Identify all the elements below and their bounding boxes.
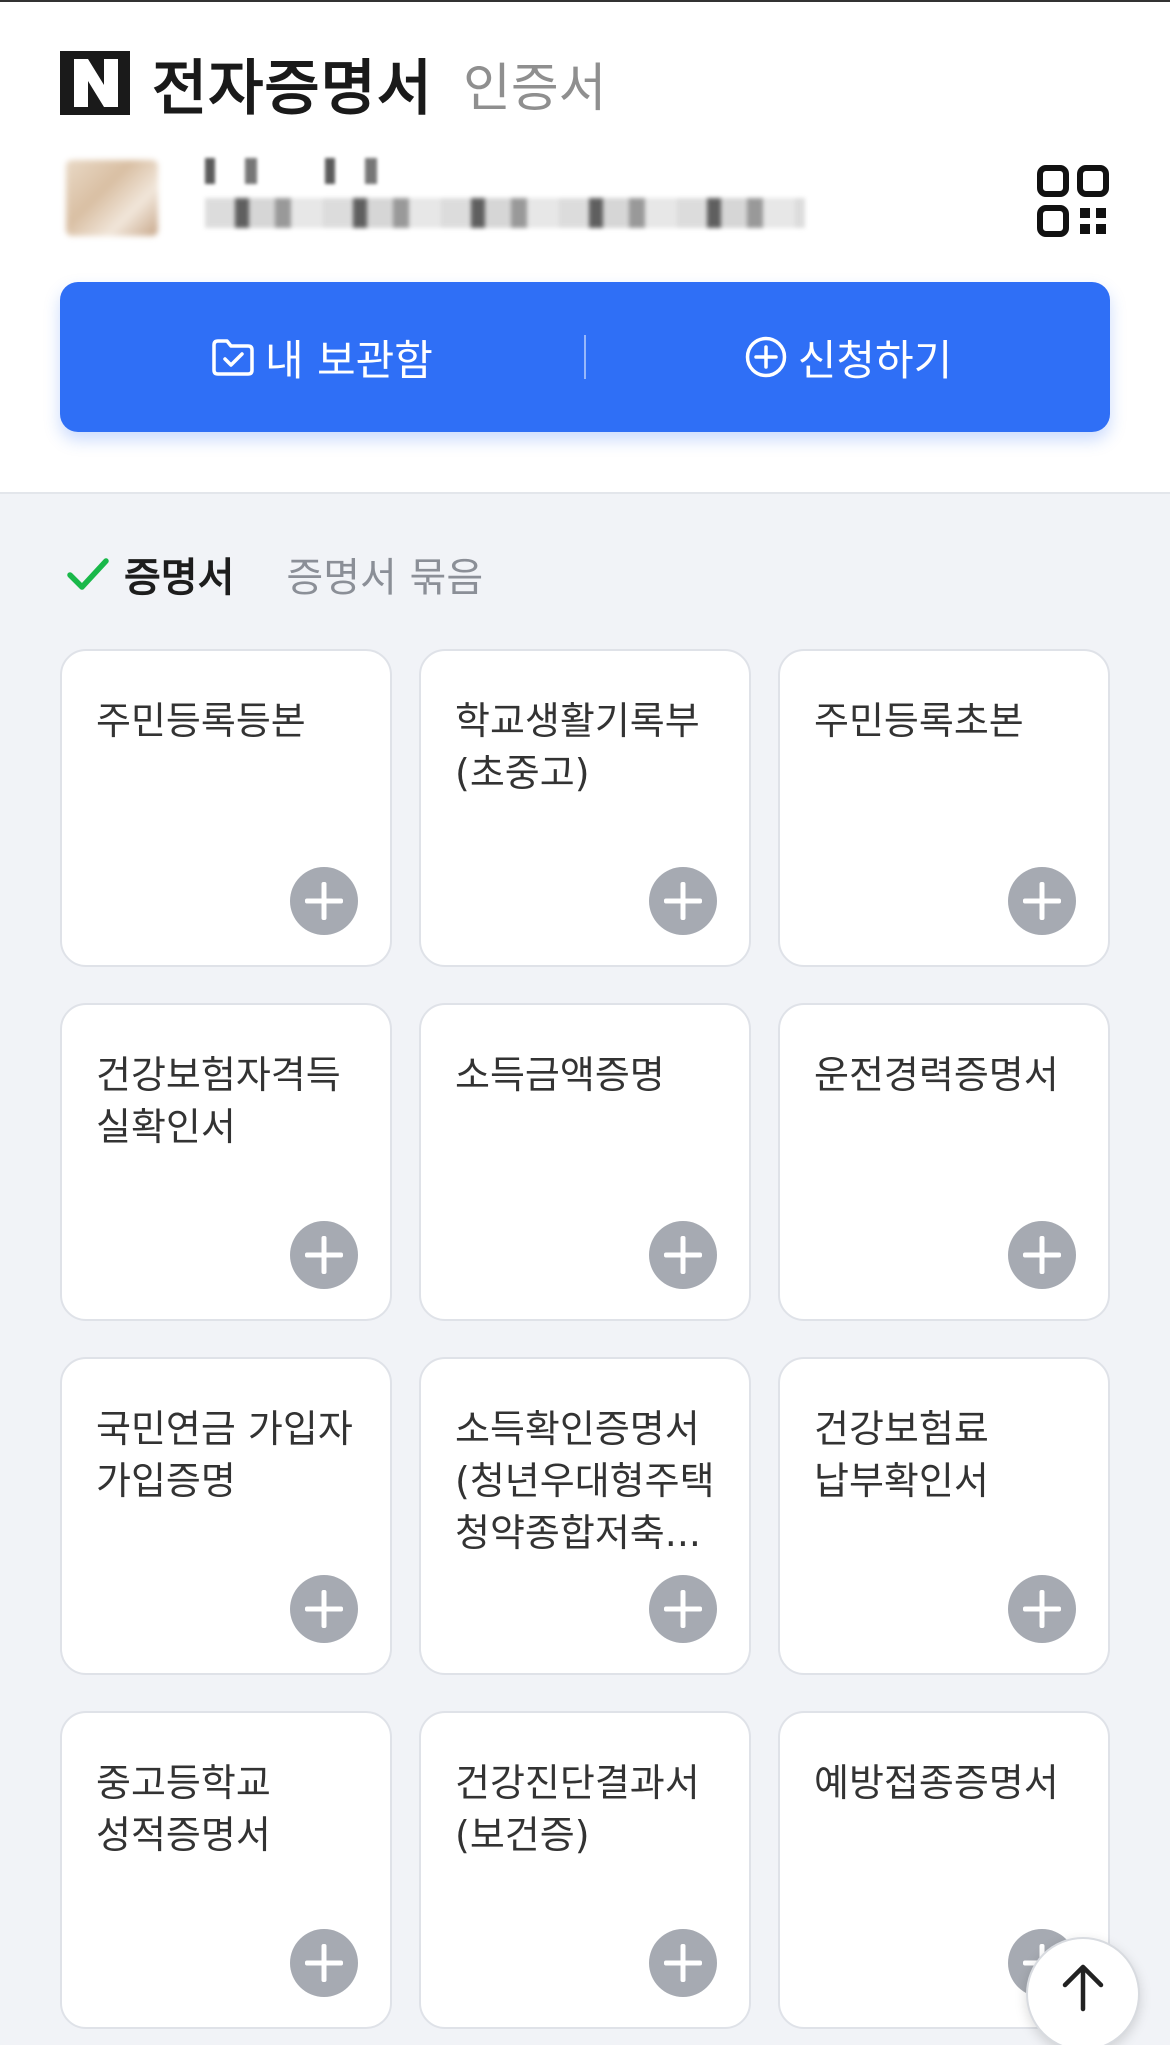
page-subtitle[interactable]: 인증서 (463, 46, 607, 121)
add-certificate-button[interactable] (290, 1575, 358, 1643)
app-header: 전자증명서 인증서 (60, 46, 607, 124)
certificate-card[interactable]: 건강진단결과서(보건증) (419, 1711, 751, 2029)
add-certificate-button[interactable] (649, 1221, 717, 1289)
certificate-label: 소득확인증명서(청년우대형주택청약종합저축... (455, 1407, 715, 1555)
certificate-label: 주민등록등본 (96, 699, 306, 743)
action-bar: 내 보관함 신청하기 (60, 282, 1110, 432)
certificate-label: 건강보험자격득실확인서 (96, 1053, 341, 1149)
scroll-to-top-button[interactable] (1026, 1937, 1140, 2045)
certificate-card[interactable]: 주민등록초본 (778, 649, 1110, 967)
arrow-up-icon (1062, 1964, 1104, 2012)
blurred-user-id (205, 198, 805, 228)
certificate-card[interactable]: 소득금액증명 (419, 1003, 751, 1321)
certificate-label: 건강보험료 납부확인서 (814, 1407, 989, 1503)
certificate-label: 국민연금 가입자 가입증명 (96, 1407, 353, 1503)
add-certificate-button[interactable] (290, 1221, 358, 1289)
add-certificate-button[interactable] (1008, 1221, 1076, 1289)
top-border (0, 0, 1170, 2)
apply-button[interactable]: 신청하기 (586, 282, 1110, 432)
add-certificate-button[interactable] (649, 1929, 717, 1997)
plus-circle-icon (745, 336, 786, 378)
certificate-card[interactable]: 중고등학교 성적증명서 (60, 1711, 392, 2029)
certificate-label: 학교생활기록부(초중고) (455, 699, 700, 795)
user-info (60, 150, 1110, 250)
certificate-label: 중고등학교 성적증명서 (96, 1761, 271, 1857)
certificate-label: 소득금액증명 (455, 1053, 665, 1097)
certificate-label: 주민등록초본 (814, 699, 1024, 743)
certificate-label: 건강진단결과서(보건증) (455, 1761, 700, 1857)
tab-bar: 증명서 증명서 묶음 (66, 544, 483, 604)
certificate-card[interactable]: 건강보험자격득실확인서 (60, 1003, 392, 1321)
certificate-card[interactable]: 주민등록등본 (60, 649, 392, 967)
check-icon (67, 558, 109, 590)
apply-label: 신청하기 (797, 335, 953, 385)
add-certificate-button[interactable] (290, 1929, 358, 1997)
add-certificate-button[interactable] (649, 1575, 717, 1643)
blurred-user-name (205, 158, 425, 184)
tab-certificates[interactable]: 증명서 (66, 545, 234, 603)
certificate-label: 운전경력증명서 (814, 1053, 1059, 1097)
my-storage-label: 내 보관함 (265, 335, 433, 385)
tab-certificate-bundles[interactable]: 증명서 묶음 (286, 545, 483, 603)
certificate-card[interactable]: 소득확인증명서(청년우대형주택청약종합저축... (419, 1357, 751, 1675)
my-storage-button[interactable]: 내 보관함 (60, 282, 584, 432)
tab-certificates-label: 증명서 (124, 555, 235, 601)
certificate-card[interactable]: 학교생활기록부(초중고) (419, 649, 751, 967)
qr-code-icon[interactable] (1036, 164, 1110, 238)
avatar (66, 160, 158, 236)
page-title: 전자증명서 (152, 53, 433, 124)
add-certificate-button[interactable] (649, 867, 717, 935)
certificate-label: 예방접종증명서 (814, 1761, 1059, 1805)
add-certificate-button[interactable] (1008, 1575, 1076, 1643)
naver-n-logo-icon (60, 51, 130, 115)
certificate-section: 증명서 증명서 묶음 주민등록등본 학교생활기록부(초중고) 주민등록초본 건강… (0, 492, 1170, 2045)
certificate-card[interactable]: 운전경력증명서 (778, 1003, 1110, 1321)
add-certificate-button[interactable] (290, 867, 358, 935)
folder-check-icon (212, 339, 254, 376)
certificate-card[interactable]: 국민연금 가입자 가입증명 (60, 1357, 392, 1675)
add-certificate-button[interactable] (1008, 867, 1076, 935)
certificate-card[interactable]: 건강보험료 납부확인서 (778, 1357, 1110, 1675)
